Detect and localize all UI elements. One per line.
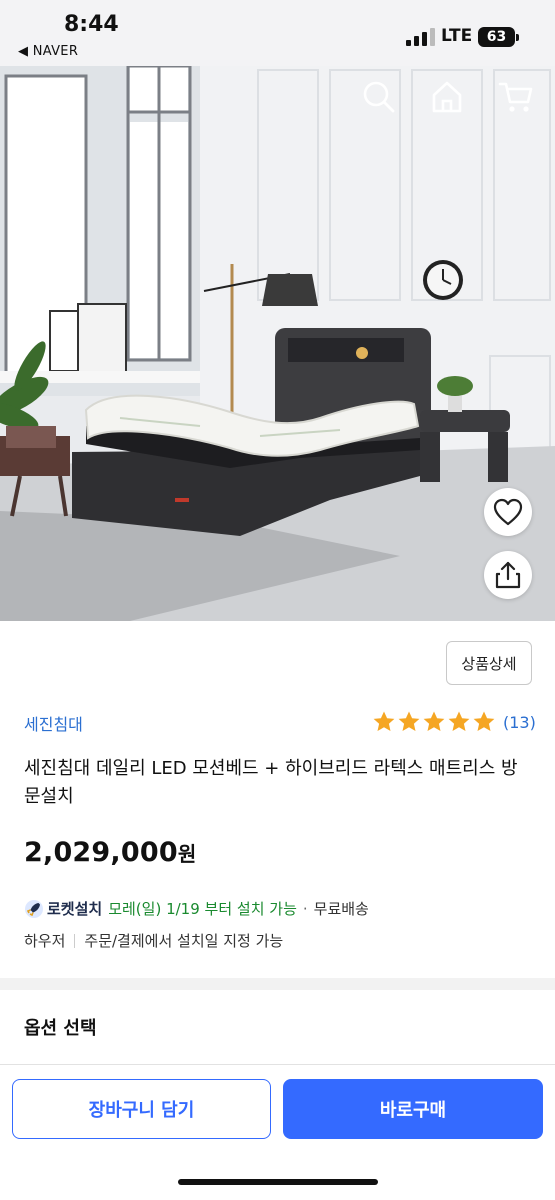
- section-divider: [0, 978, 555, 990]
- product-image[interactable]: [0, 66, 555, 621]
- battery-icon: 63: [478, 27, 519, 47]
- star-icon: [423, 711, 445, 731]
- back-arrow-icon[interactable]: [18, 80, 52, 114]
- product-price: 2,029,000원: [24, 837, 196, 868]
- status-time: 8:44: [64, 12, 119, 37]
- star-icon: [398, 711, 420, 731]
- buy-now-button[interactable]: 바로구매: [283, 1079, 543, 1139]
- star-icon: [473, 711, 495, 731]
- home-indicator[interactable]: [178, 1179, 378, 1185]
- product-detail-button[interactable]: 상품상세: [446, 641, 532, 685]
- signal-icon: [406, 28, 436, 46]
- rocket-icon: [25, 899, 43, 918]
- bottom-action-bar: 장바구니 담기 바로구매: [0, 1064, 555, 1200]
- options-section-title[interactable]: 옵션 선택: [24, 1014, 97, 1040]
- price-value: 2,029,000: [24, 837, 178, 868]
- rocket-install-label: 로켓설치: [47, 900, 103, 918]
- star-icon: [448, 711, 470, 731]
- share-button[interactable]: [484, 551, 532, 599]
- rating[interactable]: (13): [372, 710, 536, 734]
- battery-level: 63: [486, 29, 507, 45]
- star-icon: [373, 711, 395, 731]
- add-to-cart-button[interactable]: 장바구니 담기: [12, 1079, 271, 1139]
- installer-name: 하우저: [24, 932, 66, 950]
- network-label: LTE: [441, 26, 473, 46]
- search-icon[interactable]: [360, 78, 398, 116]
- home-icon[interactable]: [428, 78, 466, 116]
- install-date: 모레(일) 1/19 부터 설치 가능: [108, 900, 297, 918]
- delivery-info: 로켓설치 모레(일) 1/19 부터 설치 가능 · 무료배송: [24, 898, 369, 919]
- heart-icon: [493, 498, 523, 526]
- product-photo: [0, 66, 555, 621]
- brand-link[interactable]: 세진침대: [24, 711, 83, 735]
- review-count[interactable]: (13): [503, 713, 536, 732]
- divider: [74, 933, 76, 948]
- share-icon: [495, 561, 521, 589]
- separator-dot: ·: [302, 899, 308, 918]
- wishlist-button[interactable]: [484, 488, 532, 536]
- status-bar: 8:44 ◀ NAVER LTE 63: [0, 0, 555, 66]
- back-to-app-link[interactable]: ◀ NAVER: [18, 44, 78, 59]
- cart-icon[interactable]: [496, 78, 536, 116]
- installer-info: 하우저 주문/결제에서 설치일 지정 가능: [24, 930, 283, 951]
- install-note: 주문/결제에서 설치일 지정 가능: [84, 932, 284, 950]
- free-shipping: 무료배송: [313, 900, 369, 918]
- product-title: 세진침대 데일리 LED 모션베드 + 하이브리드 라텍스 매트리스 방문설치: [24, 758, 518, 807]
- price-unit: 원: [177, 842, 197, 866]
